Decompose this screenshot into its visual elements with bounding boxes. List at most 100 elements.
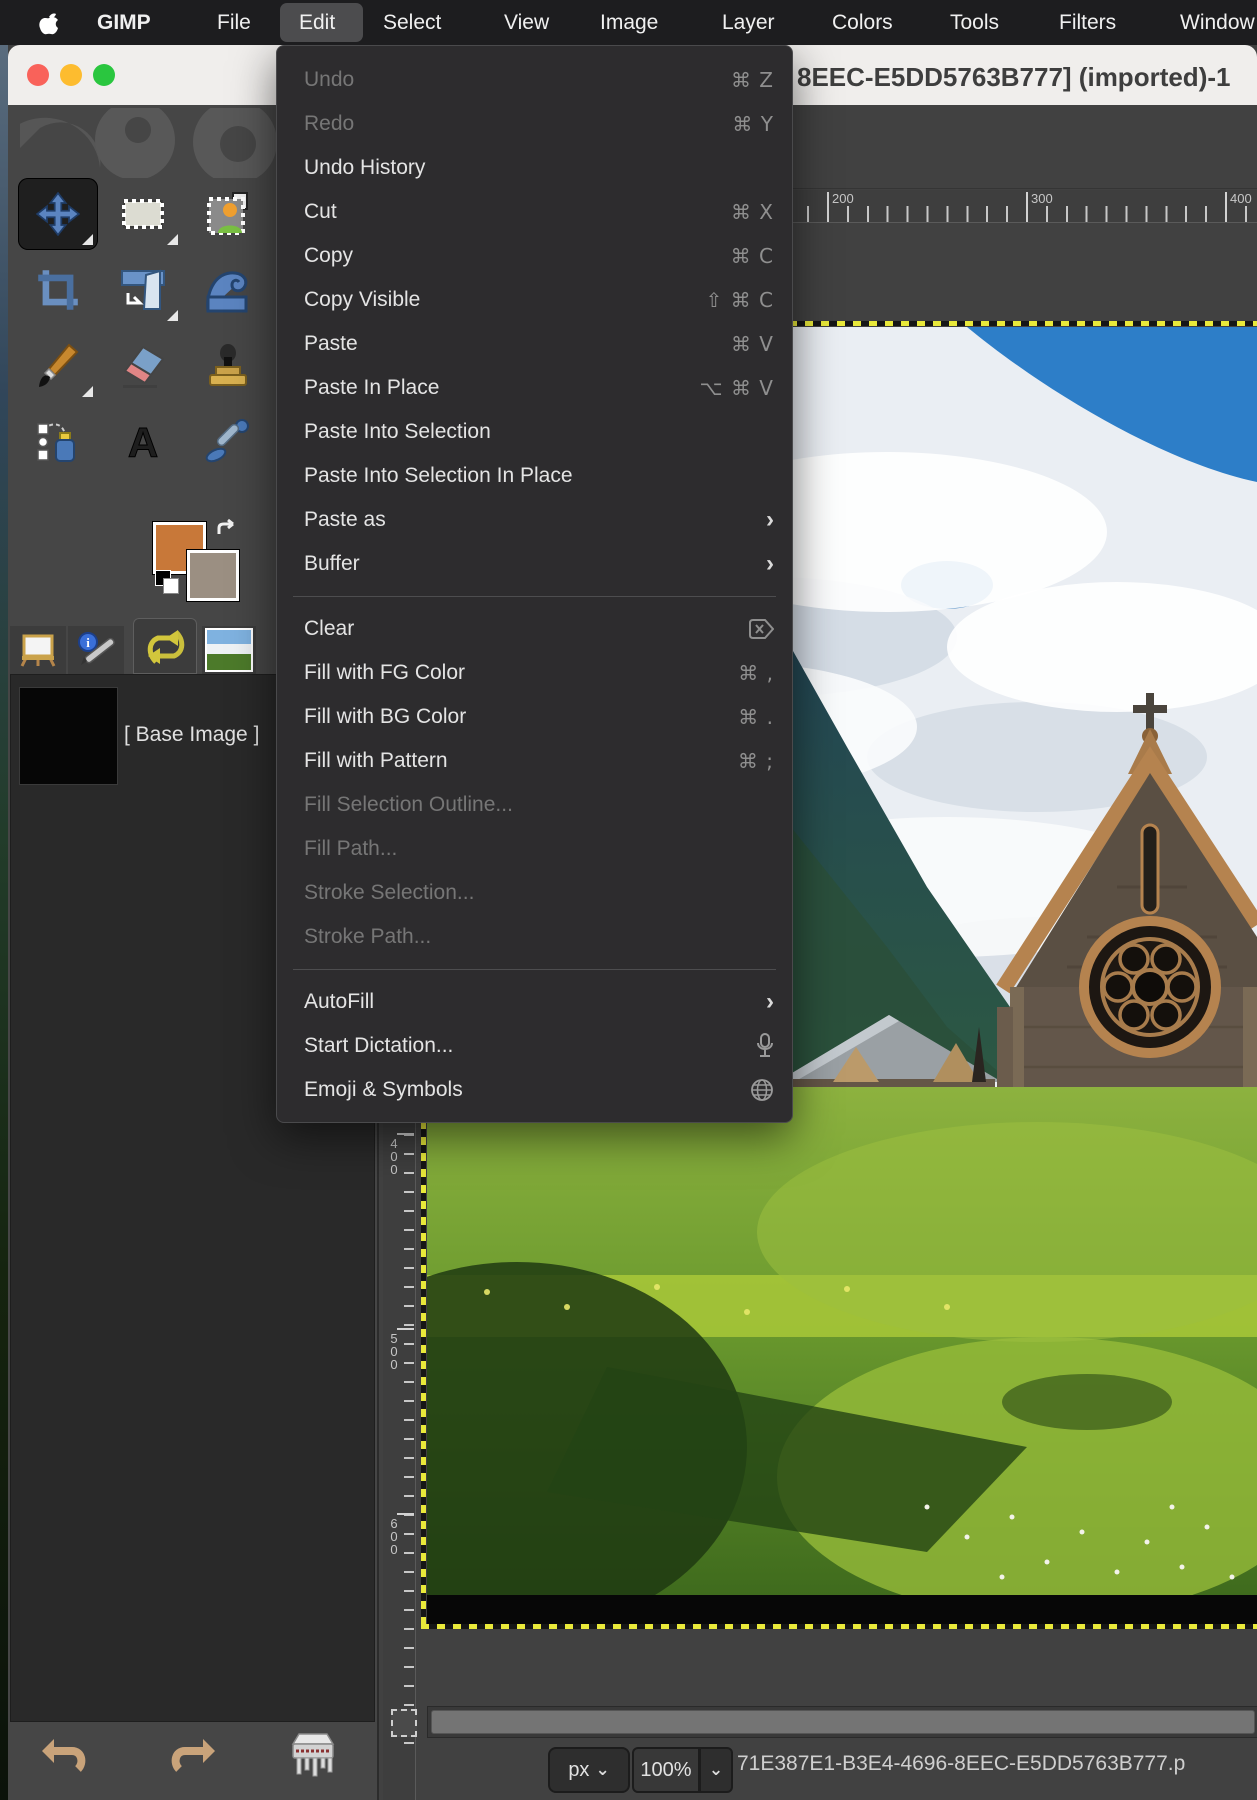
layer-boundary-bottom xyxy=(421,1624,1257,1629)
rectangle-select-tool[interactable] xyxy=(103,178,183,250)
svg-text:i: i xyxy=(86,635,90,650)
paths-tool[interactable] xyxy=(18,406,98,478)
ruler-tick-300 xyxy=(1026,192,1028,222)
crop-tool[interactable] xyxy=(18,254,98,326)
horizontal-scrollbar-thumb[interactable] xyxy=(431,1710,1255,1734)
svg-text:A: A xyxy=(128,419,158,465)
menubar-colors[interactable]: Colors xyxy=(832,0,893,45)
eraser-tool[interactable] xyxy=(103,330,183,402)
default-colors-icon-bg xyxy=(163,578,179,594)
menu-item-copy[interactable]: Copy ⌘ C xyxy=(277,234,792,278)
unit-value: px xyxy=(568,1759,589,1782)
tab-image-thumbnail[interactable] xyxy=(202,626,256,674)
clone-tool[interactable] xyxy=(188,330,268,402)
h-ruler-label: 200 xyxy=(832,191,854,206)
macos-menu-bar: GIMP File Edit Select View Image Layer C… xyxy=(0,0,1257,45)
menu-item-paste-in-place[interactable]: Paste In Place ⌥ ⌘ V xyxy=(277,366,792,410)
paintbrush-icon xyxy=(35,343,81,389)
clear-history-button[interactable] xyxy=(283,1729,343,1785)
background-color-swatch[interactable] xyxy=(187,550,239,601)
menu-item-fill-path: Fill Path... xyxy=(277,827,792,871)
undo-button[interactable] xyxy=(38,1733,94,1783)
unified-transform-tool[interactable] xyxy=(103,254,183,326)
menu-item-cut[interactable]: Cut ⌘ X xyxy=(277,190,792,234)
easel-icon xyxy=(18,632,58,668)
color-picker-tool[interactable] xyxy=(188,406,268,478)
menu-item-buffer[interactable]: Buffer › xyxy=(277,542,792,586)
image-thumbnail xyxy=(205,628,253,672)
rose-window xyxy=(1084,921,1216,1053)
status-filename: 71E387E1-B3E4-4696-8EEC-E5DD5763B777.p xyxy=(737,1752,1257,1776)
menu-item-paste-into-selection-in-place[interactable]: Paste Into Selection In Place xyxy=(277,454,792,498)
undo-history-icon xyxy=(142,626,188,666)
eraser-icon xyxy=(119,343,167,389)
undo-entry-label[interactable]: [ Base Image ] xyxy=(124,723,259,747)
menubar-layer[interactable]: Layer xyxy=(722,0,775,45)
desktop-background xyxy=(0,45,8,1800)
move-icon xyxy=(36,192,80,236)
submenu-chevron-icon: › xyxy=(766,508,774,532)
undo-entry-thumbnail[interactable] xyxy=(19,687,118,785)
redo-button[interactable] xyxy=(163,1733,219,1783)
tab-tool-options[interactable] xyxy=(10,626,66,674)
move-tool[interactable] xyxy=(18,178,98,250)
menubar-tools[interactable]: Tools xyxy=(950,0,999,45)
v-ruler-label: 600 xyxy=(388,1517,400,1556)
quick-mask-toggle[interactable] xyxy=(391,1709,417,1737)
menu-item-autofill[interactable]: AutoFill › xyxy=(277,980,792,1024)
zoom-button[interactable] xyxy=(93,64,115,86)
menu-item-paste[interactable]: Paste ⌘ V xyxy=(277,322,792,366)
ruler-tick-v400 xyxy=(397,1133,414,1135)
menu-item-fill-pattern[interactable]: Fill with Pattern ⌘ ; xyxy=(277,739,792,783)
tab-device-status[interactable]: i xyxy=(68,626,124,674)
minimize-button[interactable] xyxy=(60,64,82,86)
apple-icon[interactable] xyxy=(38,10,60,36)
color-picker-icon xyxy=(205,419,251,465)
chevron-down-icon: ⌄ xyxy=(709,1760,723,1780)
menubar-app-name[interactable]: GIMP xyxy=(97,0,151,45)
warp-icon xyxy=(204,267,252,313)
unit-dropdown[interactable]: px ⌄ xyxy=(548,1747,630,1793)
menu-item-paste-into-selection[interactable]: Paste Into Selection xyxy=(277,410,792,454)
menu-item-fill-fg[interactable]: Fill with FG Color ⌘ , xyxy=(277,651,792,695)
menu-item-fill-bg[interactable]: Fill with BG Color ⌘ . xyxy=(277,695,792,739)
device-status-icon: i xyxy=(75,631,117,669)
menu-item-undo-history[interactable]: Undo History xyxy=(277,146,792,190)
menubar-filters[interactable]: Filters xyxy=(1059,0,1116,45)
paintbrush-tool[interactable] xyxy=(18,330,98,402)
v-ruler-label: 400 xyxy=(388,1137,400,1176)
menu-item-start-dictation[interactable]: Start Dictation... xyxy=(277,1024,792,1068)
text-icon: A xyxy=(120,419,166,465)
zoom-dropdown[interactable]: ⌄ xyxy=(699,1747,733,1793)
menubar-edit[interactable]: Edit xyxy=(299,0,335,45)
menubar-window[interactable]: Window xyxy=(1180,0,1255,45)
screen: 8EEC-E5DD5763B777] (imported)-1 200 300 … xyxy=(0,0,1257,1800)
menubar-file[interactable]: File xyxy=(217,0,251,45)
ruler-tick-v500 xyxy=(397,1328,414,1330)
warp-transform-tool[interactable] xyxy=(188,254,268,326)
zoom-value[interactable]: 100% xyxy=(632,1747,700,1793)
v-ruler-label: 500 xyxy=(388,1332,400,1371)
menubar-image[interactable]: Image xyxy=(600,0,658,45)
close-button[interactable] xyxy=(27,64,49,86)
h-ruler-label: 300 xyxy=(1031,191,1053,206)
submenu-chevron-icon: › xyxy=(766,552,774,576)
menu-item-copy-visible[interactable]: Copy Visible ⇧ ⌘ C xyxy=(277,278,792,322)
menu-item-emoji-symbols[interactable]: Emoji & Symbols xyxy=(277,1068,792,1112)
menu-item-stroke-path: Stroke Path... xyxy=(277,915,792,959)
menu-item-clear[interactable]: Clear xyxy=(277,607,792,651)
menubar-select[interactable]: Select xyxy=(383,0,441,45)
text-tool[interactable]: A xyxy=(103,406,183,478)
menu-item-paste-as[interactable]: Paste as › xyxy=(277,498,792,542)
swap-colors-icon[interactable] xyxy=(211,518,241,544)
foreground-select-tool[interactable] xyxy=(188,178,268,250)
menubar-view[interactable]: View xyxy=(504,0,549,45)
tool-group-indicator xyxy=(167,310,178,321)
undo-arrow-icon xyxy=(42,1737,90,1779)
clone-stamp-icon xyxy=(205,343,251,389)
menu-separator xyxy=(293,969,776,970)
transform-icon xyxy=(120,267,166,313)
window-title: 8EEC-E5DD5763B777] (imported)-1 xyxy=(797,62,1257,96)
tool-group-indicator xyxy=(82,234,93,245)
tab-undo-history[interactable] xyxy=(133,618,197,674)
